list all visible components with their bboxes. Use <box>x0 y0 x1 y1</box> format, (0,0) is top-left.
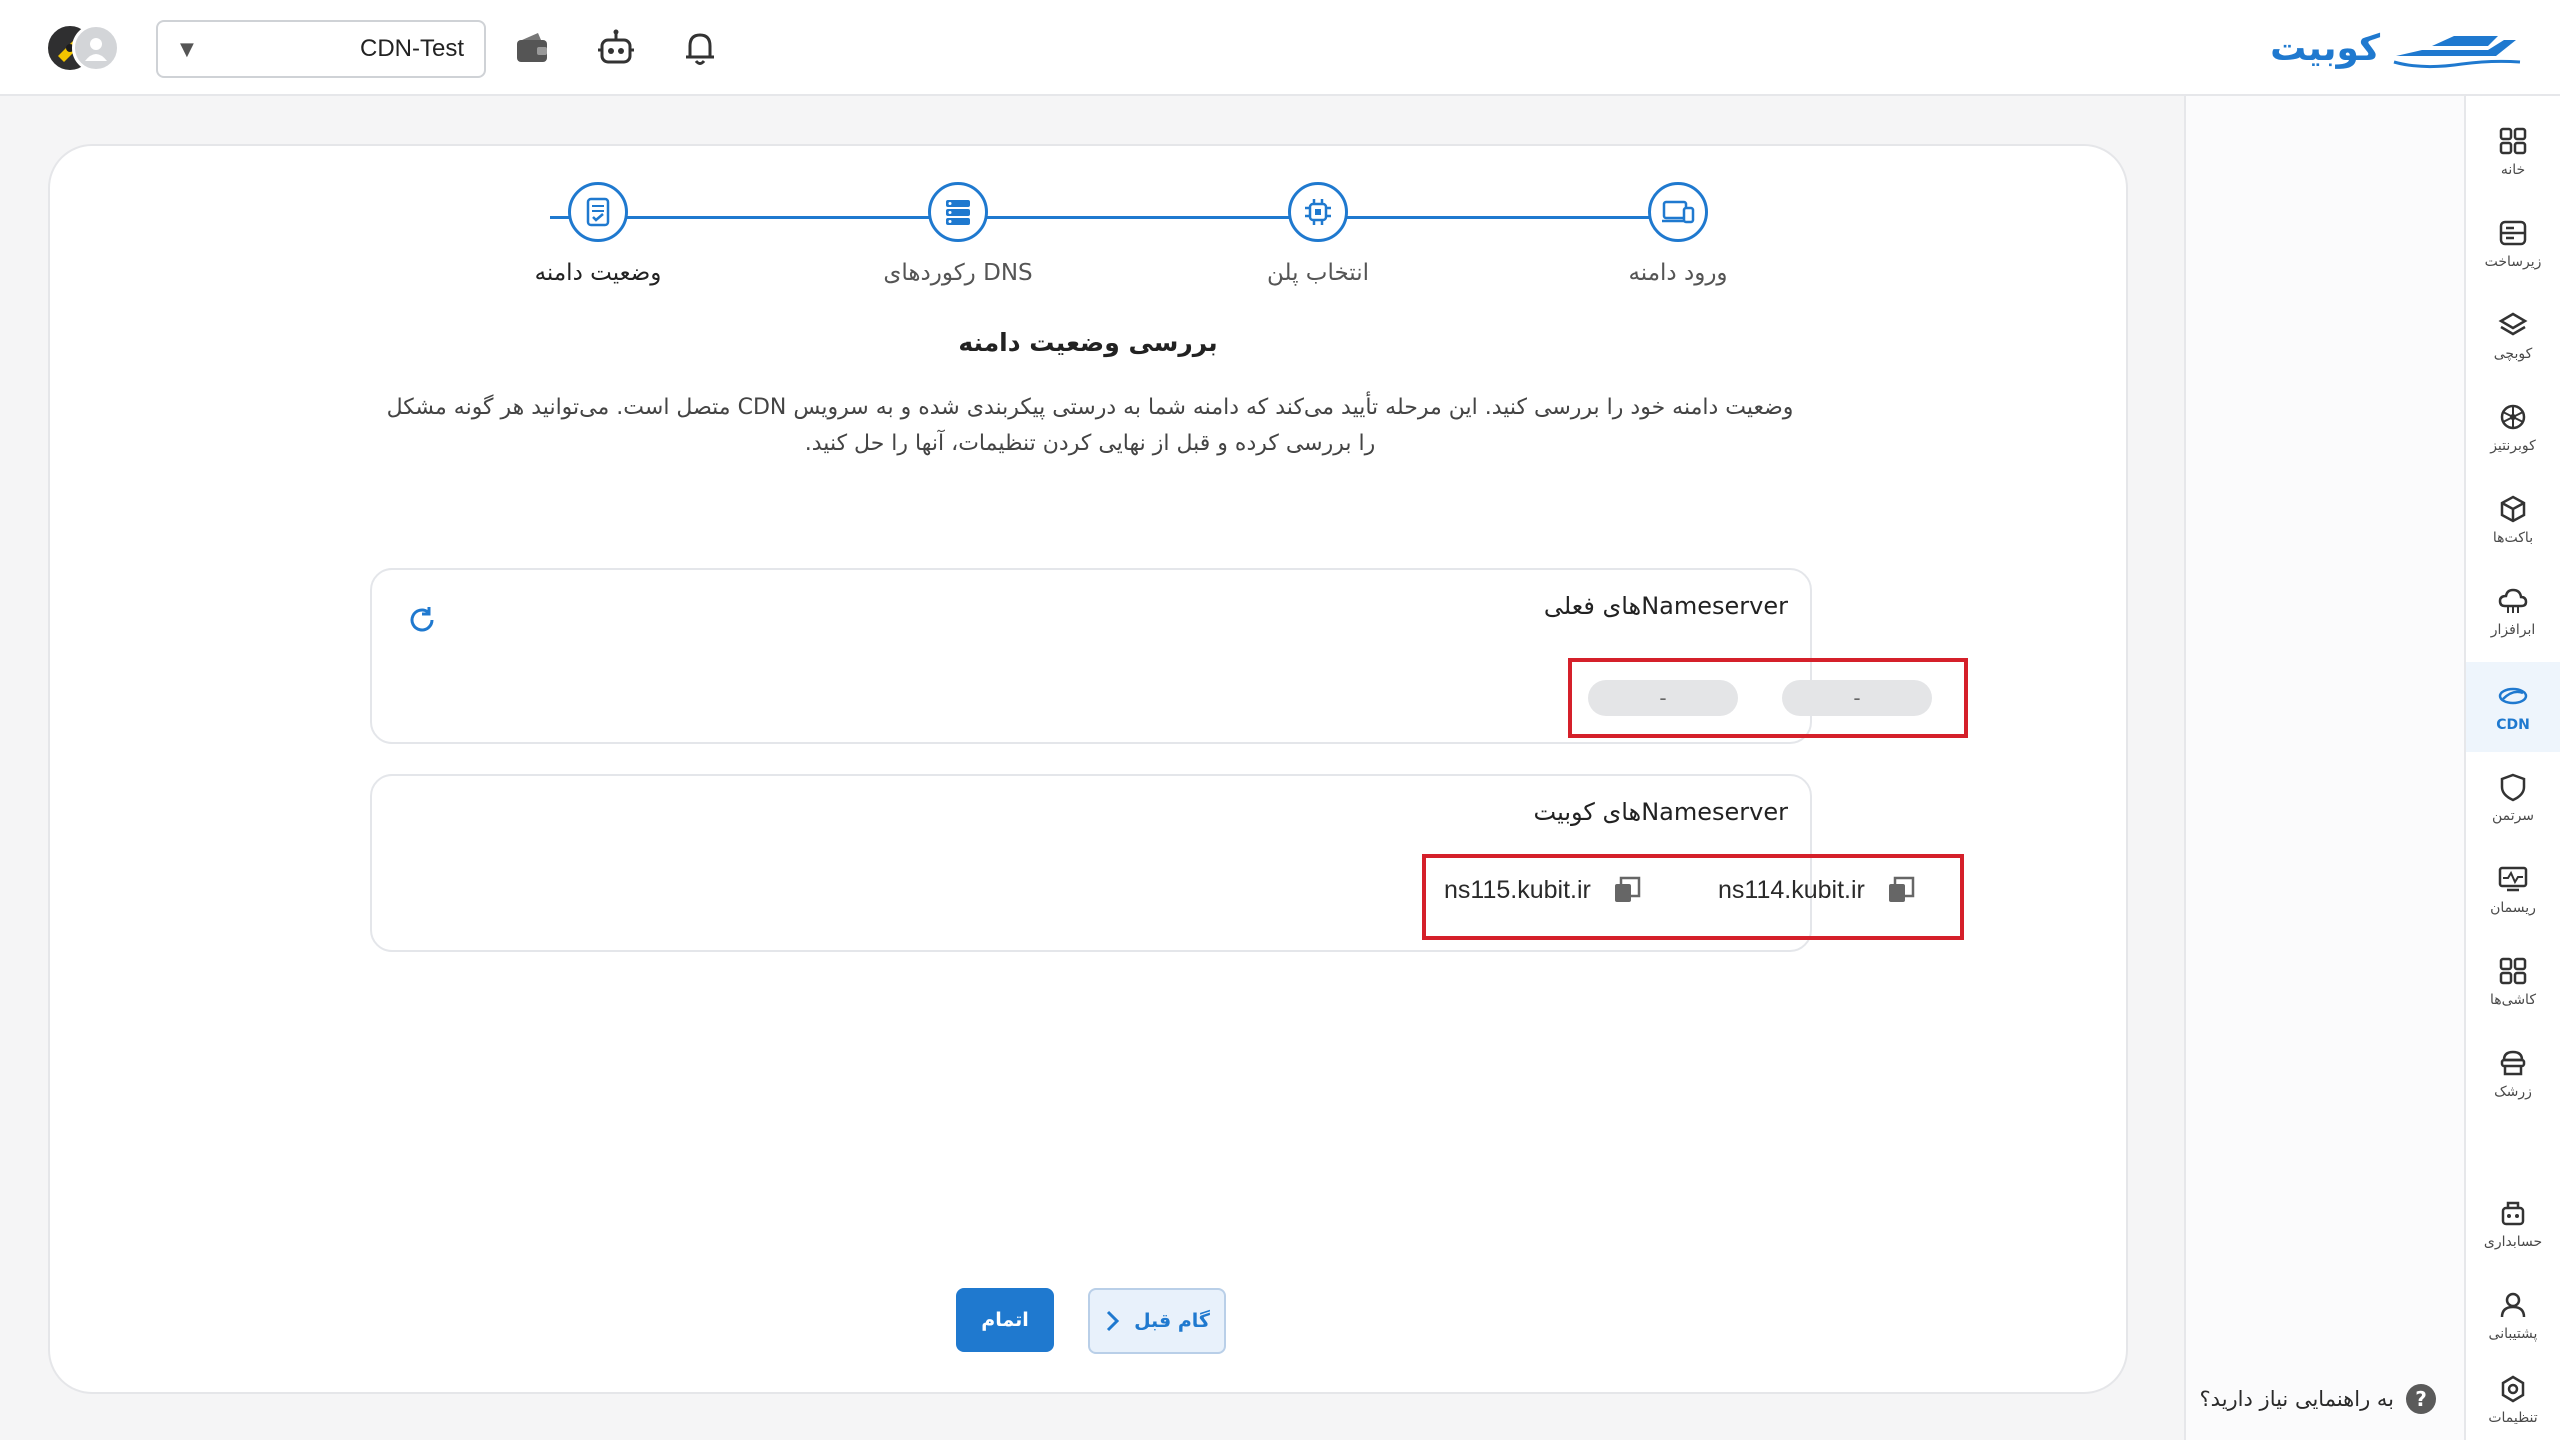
sidebar-item-tiles[interactable]: کاشی‌ها <box>2466 940 2560 1024</box>
stepper-connector <box>550 216 1678 219</box>
sidebar-item-label: باکت‌ها <box>2492 530 2534 546</box>
step-domain-entry[interactable]: ورود دامنه <box>1558 182 1798 286</box>
current-nameserver-2: - <box>1588 680 1738 716</box>
user-avatar[interactable] <box>72 24 120 72</box>
kubit-nameservers-highlight: ns114.kubit.ir ns115.kubit.ir <box>1422 854 1964 940</box>
main-sidebar: خانه زیرساخت کوبچی کوبرنتیز باکت‌ها ابرا… <box>2464 96 2560 1440</box>
sidebar-item-label: ریسمان <box>2490 900 2536 916</box>
section-description: وضعیت دامنه خود را بررسی کنید. این مرحله… <box>370 390 1810 462</box>
nameserver-host[interactable]: ns114.kubit.ir <box>1718 876 1865 905</box>
finish-label: اتمام <box>981 1309 1029 1331</box>
sidebar-item-koobchi[interactable]: کوبچی <box>2466 294 2560 378</box>
server-icon <box>2499 220 2527 246</box>
wizard-stepper: ورود دامنه انتخاب پلن رکوردهای DNS وضعیت… <box>50 182 2126 302</box>
chevron-right-icon <box>1107 1310 1120 1332</box>
layers-icon <box>2498 312 2528 336</box>
support-icon <box>2500 1292 2526 1318</box>
previous-step-label: گام قبل <box>1134 1310 1210 1332</box>
step-label: وضعیت دامنه <box>534 260 662 286</box>
kubit-nameserver-1: ns114.kubit.ir <box>1718 874 1917 906</box>
domain-wizard-card: ورود دامنه انتخاب پلن رکوردهای DNS وضعیت… <box>48 144 2128 1394</box>
chevron-down-icon: ▼ <box>180 38 194 60</box>
records-icon <box>928 182 988 242</box>
step-plan-selection[interactable]: انتخاب پلن <box>1198 182 1438 286</box>
sidebar-item-home[interactable]: خانه <box>2466 110 2560 194</box>
sidebar-item-buckets[interactable]: باکت‌ها <box>2466 478 2560 562</box>
sidebar-item-label: خانه <box>2500 162 2526 178</box>
current-nameservers-highlight: - - <box>1568 658 1968 738</box>
sidebar-item-label: کاشی‌ها <box>2490 992 2536 1008</box>
current-nameservers-panel: Nameserverهای فعلی - - <box>370 568 1968 744</box>
bell-icon[interactable] <box>678 26 722 70</box>
step-label: رکوردهای DNS <box>883 260 1033 286</box>
copy-icon[interactable] <box>1611 874 1643 906</box>
sidebar-item-kubernetes[interactable]: کوبرنتیز <box>2466 386 2560 470</box>
home-grid-icon <box>2499 127 2527 155</box>
description-line-1: وضعیت دامنه خود را بررسی کنید. این مرحله… <box>386 395 1794 420</box>
devices-icon <box>1648 182 1708 242</box>
sidebar-item-label: پشتیبانی <box>2488 1326 2538 1342</box>
step-domain-status[interactable]: وضعیت دامنه <box>478 182 718 286</box>
help-link-label: به راهنمایی نیاز دارید؟ <box>2199 1387 2394 1411</box>
sidebar-item-cdn[interactable]: CDN <box>2466 662 2560 752</box>
sidebar-item-label: CDN <box>2496 717 2530 733</box>
kubit-nameservers-title: Nameserverهای کوبیت <box>1533 798 1788 826</box>
copy-icon[interactable] <box>1885 874 1917 906</box>
robot-icon[interactable] <box>594 26 638 70</box>
monitor-icon <box>2498 866 2528 892</box>
step-label: ورود دامنه <box>1628 260 1728 286</box>
cdn-icon <box>2498 687 2528 705</box>
cloud-icon <box>2498 588 2528 613</box>
top-header: کوبیت ▼ CDN-Test <box>0 0 2560 96</box>
sidebar-item-accounting[interactable]: حسابداری <box>2466 1182 2560 1266</box>
brand-name: کوبیت <box>2270 27 2380 69</box>
tiles-icon <box>2499 957 2527 985</box>
sidebar-item-settings[interactable]: تنظیمات <box>2466 1358 2560 1440</box>
brand-logo[interactable]: کوبیت <box>2270 26 2522 70</box>
kubit-nameservers-panel: Nameserverهای کوبیت ns114.kubit.ir ns115… <box>370 774 1964 952</box>
sidebar-item-label: زیرساخت <box>2484 254 2542 270</box>
nameserver-host[interactable]: ns115.kubit.ir <box>1444 876 1591 905</box>
sidebar-item-infrastructure[interactable]: زیرساخت <box>2466 202 2560 286</box>
wallet-icon[interactable] <box>510 26 554 70</box>
chip-icon <box>1288 182 1348 242</box>
settings-icon <box>2501 1375 2525 1403</box>
refresh-icon[interactable] <box>406 604 438 636</box>
kubit-nameserver-2: ns115.kubit.ir <box>1444 874 1643 906</box>
sidebar-item-label: کوبرنتیز <box>2490 438 2536 454</box>
ship-logo-icon <box>2393 36 2521 69</box>
shield-icon <box>2500 773 2526 802</box>
doctor-icon <box>2500 1050 2526 1076</box>
description-line-2: را بررسی کرده و قبل از نهایی کردن تنظیما… <box>804 431 1376 456</box>
sidebar-item-risman[interactable]: ریسمان <box>2466 848 2560 932</box>
help-link[interactable]: ? به راهنمایی نیاز دارید؟ <box>2200 1384 2436 1414</box>
previous-step-button[interactable]: گام قبل <box>1088 1288 1226 1354</box>
sidebar-item-label: حسابداری <box>2483 1234 2543 1250</box>
sidebar-item-support[interactable]: پشتیبانی <box>2466 1274 2560 1358</box>
sidebar-item-cloudware[interactable]: ابرافزار <box>2466 570 2560 654</box>
finish-button[interactable]: اتمام <box>956 1288 1054 1352</box>
current-nameserver-1: - <box>1782 680 1932 716</box>
sidebar-item-label: زرشک <box>2494 1084 2532 1100</box>
accounting-icon <box>2501 1201 2525 1226</box>
kubernetes-icon <box>2500 404 2526 430</box>
sidebar-item-label: کوبچی <box>2493 346 2533 362</box>
step-label: انتخاب پلن <box>1266 260 1370 286</box>
current-nameservers-title: Nameserverهای فعلی <box>1543 592 1788 620</box>
help-panel <box>2184 96 2464 1440</box>
sidebar-item-label: ابرافزار <box>2490 622 2536 638</box>
project-select-value: CDN-Test <box>359 35 464 62</box>
help-question-icon: ? <box>2406 1384 2436 1414</box>
sidebar-item-zereshk[interactable]: زرشک <box>2466 1032 2560 1116</box>
account-avatars[interactable] <box>46 24 126 74</box>
sidebar-item-sartaman[interactable]: سرتمن <box>2466 756 2560 840</box>
sidebar-item-label: سرتمن <box>2491 808 2535 824</box>
section-title: بررسی وضعیت دامنه <box>958 328 1218 357</box>
project-select[interactable]: ▼ CDN-Test <box>156 20 486 78</box>
step-dns-records[interactable]: رکوردهای DNS <box>838 182 1078 286</box>
box-icon <box>2500 495 2526 523</box>
document-check-icon <box>568 182 628 242</box>
sidebar-item-label: تنظیمات <box>2488 1410 2538 1426</box>
user-icon <box>85 38 107 61</box>
